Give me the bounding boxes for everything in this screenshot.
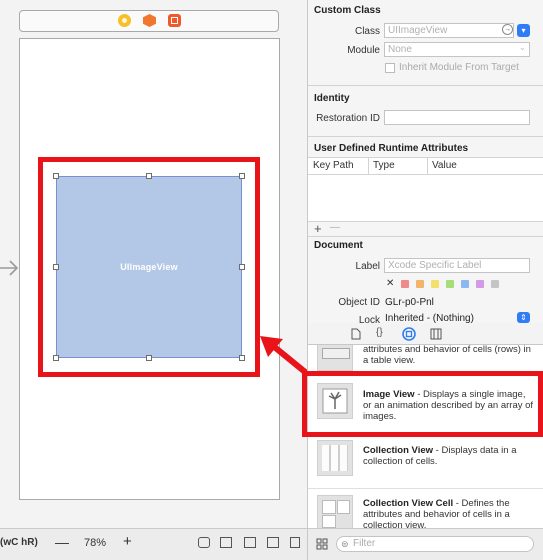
filter-icon: ⊜	[341, 539, 349, 549]
canvas-bottom-bar: (wC hR) — 78% +	[0, 528, 307, 560]
list-item-text: Collection View - Displays data in a col…	[363, 445, 535, 467]
document-title: Document	[314, 240, 363, 251]
scene-dock	[19, 10, 279, 32]
document-label-field[interactable]: Xcode Specific Label	[384, 258, 530, 273]
label-color-swatch[interactable]	[431, 280, 439, 288]
entry-point-arrow-icon[interactable]	[0, 258, 20, 278]
label-color-swatch[interactable]	[476, 280, 484, 288]
divider	[308, 136, 543, 137]
zoom-level: 78%	[84, 537, 107, 549]
label-color-swatch[interactable]	[416, 280, 424, 288]
zoom-in-button[interactable]: +	[123, 533, 132, 550]
first-responder-icon[interactable]	[143, 14, 156, 27]
view-controller-icon[interactable]	[118, 14, 131, 27]
filter-input[interactable]: ⊜ Filter	[336, 536, 534, 552]
library-filter-bar: ⊜ Filter	[307, 528, 543, 560]
document-label-label: Label	[355, 261, 380, 272]
list-item-collection-view-cell[interactable]: Collection View Cell - Defines the attri…	[308, 495, 543, 528]
column-divider	[368, 158, 369, 174]
media-library-icon[interactable]	[430, 328, 442, 340]
class-field[interactable]: UIImageView	[384, 23, 514, 38]
column-header-key-path[interactable]: Key Path	[313, 160, 354, 171]
lock-dropdown-button[interactable]: ⇕	[517, 312, 530, 323]
object-library-icon[interactable]	[402, 327, 416, 341]
collection-view-icon	[317, 440, 353, 476]
navigate-to-class-icon[interactable]: →	[502, 24, 513, 35]
module-label: Module	[347, 45, 380, 56]
exit-icon[interactable]	[168, 14, 181, 27]
class-dropdown-button[interactable]: ▾	[517, 24, 530, 37]
list-item-title: Collection View Cell	[363, 498, 454, 509]
list-item-collection-view[interactable]: Collection View - Displays data in a col…	[308, 440, 543, 485]
identity-title: Identity	[314, 93, 350, 104]
class-label: Class	[354, 26, 380, 37]
restoration-id-field[interactable]	[384, 110, 530, 125]
highlight-box-canvas	[38, 157, 260, 377]
column-divider	[427, 158, 428, 174]
runtime-attributes-table[interactable]: Key Path Type Value	[308, 157, 543, 222]
object-id-value: GLr-p0-Pnl	[385, 297, 434, 308]
grid-view-icon[interactable]	[316, 538, 328, 550]
restoration-id-label: Restoration ID	[316, 113, 380, 124]
label-color-swatch[interactable]	[401, 280, 409, 288]
column-header-value[interactable]: Value	[432, 160, 457, 171]
storyboard-canvas[interactable]: UIImageView	[0, 0, 307, 528]
lock-popup[interactable]: Inherited - (Nothing)	[385, 313, 531, 323]
clear-label-color-icon[interactable]: ✕	[386, 278, 394, 289]
column-header-type[interactable]: Type	[373, 160, 395, 171]
filter-placeholder: Filter	[353, 538, 376, 549]
chevron-down-icon: ⌄	[519, 43, 526, 52]
module-field[interactable]: None	[384, 42, 530, 57]
highlight-box-library	[302, 371, 543, 437]
list-item-description: attributes and behavior of cells (rows) …	[363, 345, 531, 366]
add-attribute-button[interactable]: +	[314, 221, 322, 236]
label-color-swatch[interactable]	[491, 280, 499, 288]
object-id-label: Object ID	[338, 297, 380, 308]
list-item-text: Collection View Cell - Defines the attri…	[363, 498, 535, 528]
code-snippet-icon[interactable]: {}	[376, 327, 383, 338]
update-frames-icon[interactable]	[198, 537, 210, 548]
pin-icon[interactable]	[267, 537, 279, 548]
label-color-swatch[interactable]	[461, 280, 469, 288]
inherit-module-label: Inherit Module From Target	[399, 62, 519, 73]
divider	[308, 236, 543, 237]
label-color-swatch[interactable]	[446, 280, 454, 288]
zoom-out-button[interactable]: —	[55, 534, 69, 550]
align-icon[interactable]	[244, 537, 256, 548]
header-divider	[308, 174, 543, 175]
lock-value: Inherited - (Nothing)	[385, 313, 474, 323]
runtime-attributes-title: User Defined Runtime Attributes	[314, 143, 469, 154]
divider	[308, 488, 543, 489]
identity-inspector: Custom Class Class UIImageView → ▾ Modul…	[307, 0, 543, 326]
stack-icon[interactable]	[220, 537, 232, 548]
divider	[308, 85, 543, 86]
list-item-title: Collection View	[363, 445, 434, 456]
file-template-icon[interactable]	[351, 328, 361, 340]
remove-attribute-button[interactable]: —	[330, 222, 340, 233]
document-label-placeholder: Xcode Specific Label	[388, 260, 482, 271]
custom-class-title: Custom Class	[314, 5, 381, 16]
inherit-module-checkbox[interactable]	[385, 63, 395, 73]
collection-view-cell-icon	[317, 495, 353, 528]
size-class-label[interactable]: (wC hR)	[0, 537, 38, 548]
resolve-issues-icon[interactable]	[290, 537, 300, 548]
library-tab-bar: {}	[307, 323, 543, 345]
table-view-cell-icon	[317, 345, 353, 371]
